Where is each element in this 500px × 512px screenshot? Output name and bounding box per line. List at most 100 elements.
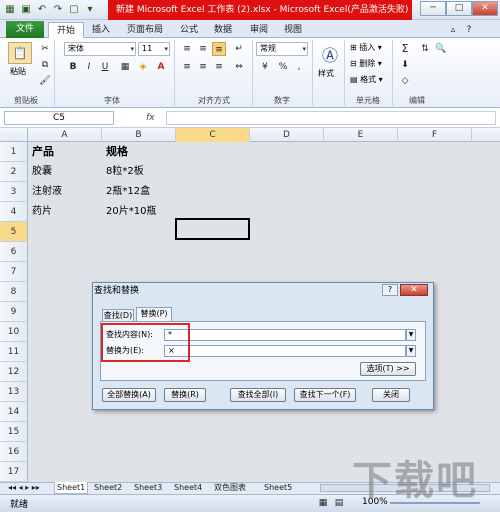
row-header-6[interactable]: 6	[0, 242, 28, 262]
sheet-tab-3[interactable]: Sheet3	[132, 482, 164, 494]
dialog-close-button[interactable]: ✕	[400, 284, 428, 296]
sheet-tab-6[interactable]: Sheet5	[262, 482, 294, 494]
font-size-select[interactable]: 11 ▾	[138, 42, 170, 56]
replace-all-button[interactable]: 全部替换(A)	[102, 388, 156, 402]
font-name-select[interactable]: 宋体 ▾	[64, 42, 136, 56]
column-header-b[interactable]: B	[102, 128, 176, 142]
replace-button[interactable]: 替换(R)	[164, 388, 206, 402]
align-center-icon[interactable]: ≡	[196, 60, 210, 74]
row-header-13[interactable]: 13	[0, 382, 28, 402]
insert-function-button[interactable]: fx	[146, 111, 162, 125]
cell-b2[interactable]: 8粒*2板	[103, 162, 144, 182]
format-painter-icon[interactable]: 🖌	[38, 74, 52, 88]
maximize-button[interactable]: □	[446, 1, 472, 16]
tab-replace[interactable]: 替换(P)	[136, 307, 172, 322]
row-header-14[interactable]: 14	[0, 402, 28, 422]
border-icon[interactable]: ▦	[118, 60, 132, 74]
cell-a3[interactable]: 注射液	[29, 182, 62, 202]
align-right-icon[interactable]: ≡	[212, 60, 226, 74]
sheet-tab-1[interactable]: Sheet1	[54, 482, 89, 494]
formula-input[interactable]	[166, 111, 496, 125]
tab-file[interactable]: 文件	[6, 21, 44, 38]
dialog-help-button[interactable]: ?	[382, 284, 398, 296]
find-what-input[interactable]: *	[164, 329, 406, 341]
underline-button[interactable]: U	[98, 60, 112, 74]
name-box[interactable]: C5	[4, 111, 114, 125]
cell-b1[interactable]: 规格	[103, 142, 128, 162]
column-header-e[interactable]: E	[324, 128, 398, 142]
sort-filter-icon[interactable]: ⇅	[418, 42, 432, 56]
dialog-close-footer-button[interactable]: 关闭	[372, 388, 410, 402]
cell-b3[interactable]: 2瓶*12盒	[103, 182, 150, 202]
styles-icon[interactable]: Ⓐ	[320, 42, 340, 65]
cell-a2[interactable]: 胶囊	[29, 162, 52, 182]
sheet-tab-2[interactable]: Sheet2	[92, 482, 124, 494]
minimize-button[interactable]: ─	[420, 1, 446, 16]
find-all-button[interactable]: 查找全部(I)	[230, 388, 286, 402]
styles-button[interactable]: 样式	[318, 68, 334, 79]
row-header-2[interactable]: 2	[0, 162, 28, 182]
align-left-icon[interactable]: ≡	[180, 60, 194, 74]
percent-button[interactable]: %	[276, 60, 290, 74]
format-cells-button[interactable]: ▤ 格式 ▾	[350, 74, 383, 85]
row-header-8[interactable]: 8	[0, 282, 28, 302]
font-color-icon[interactable]: A	[154, 60, 168, 74]
cut-icon[interactable]: ✂	[38, 42, 52, 56]
row-header-11[interactable]: 11	[0, 342, 28, 362]
column-header-f[interactable]: F	[398, 128, 472, 142]
tab-view[interactable]: 视图	[280, 22, 306, 38]
qat-dropdown-icon[interactable]: ▾	[84, 4, 96, 16]
replace-with-input[interactable]: ×	[164, 345, 406, 357]
column-header-d[interactable]: D	[250, 128, 324, 142]
row-header-4[interactable]: 4	[0, 202, 28, 222]
column-header-a[interactable]: A	[28, 128, 102, 142]
cell-b4[interactable]: 20片*10瓶	[103, 202, 156, 222]
tab-formulas[interactable]: 公式	[176, 22, 202, 38]
find-history-dropdown[interactable]: ▼	[406, 329, 416, 341]
row-header-12[interactable]: 12	[0, 362, 28, 382]
clipboard-icon[interactable]: 📋	[8, 42, 32, 64]
ribbon-collapse-icon[interactable]: ▵	[446, 23, 460, 37]
find-select-icon[interactable]: 🔍	[434, 42, 448, 56]
row-header-15[interactable]: 15	[0, 422, 28, 442]
row-header-5[interactable]: 5	[0, 222, 28, 242]
insert-cells-button[interactable]: ⊞ 插入 ▾	[350, 42, 382, 53]
row-header-10[interactable]: 10	[0, 322, 28, 342]
row-header-3[interactable]: 3	[0, 182, 28, 202]
active-cell-c5[interactable]	[175, 218, 250, 240]
row-header-9[interactable]: 9	[0, 302, 28, 322]
select-all-corner[interactable]	[0, 128, 28, 142]
replace-history-dropdown[interactable]: ▼	[406, 345, 416, 357]
row-header-17[interactable]: 17	[0, 462, 28, 482]
sheet-tab-4[interactable]: Sheet4	[172, 482, 204, 494]
align-middle-icon[interactable]: ≡	[196, 42, 210, 56]
autosum-button[interactable]: Σ	[398, 42, 412, 56]
sheet-tab-5[interactable]: 双色图表	[212, 482, 248, 494]
row-header-7[interactable]: 7	[0, 262, 28, 282]
options-button[interactable]: 选项(T) >>	[360, 362, 416, 376]
undo-icon[interactable]: ↶	[36, 4, 48, 16]
merge-center-icon[interactable]: ⇔	[232, 60, 246, 74]
cell-a4[interactable]: 药片	[29, 202, 52, 222]
tab-insert[interactable]: 插入	[88, 22, 114, 38]
clear-icon[interactable]: ◇	[398, 74, 412, 88]
tab-review[interactable]: 审阅	[246, 22, 272, 38]
find-next-button[interactable]: 查找下一个(F)	[294, 388, 356, 402]
sheet-nav-icon[interactable]: ◂◂ ◂ ▸ ▸▸	[6, 482, 42, 494]
delete-cells-button[interactable]: ⊟ 删除 ▾	[350, 58, 382, 69]
column-header-c[interactable]: C	[176, 128, 250, 142]
new-file-icon[interactable]: ▢	[68, 4, 80, 16]
save-icon[interactable]: ▣	[20, 4, 32, 16]
align-top-icon[interactable]: ≡	[180, 42, 194, 56]
wrap-text-icon[interactable]: ↵	[232, 42, 246, 56]
close-window-button[interactable]: ✕	[472, 1, 498, 16]
row-header-16[interactable]: 16	[0, 442, 28, 462]
row-header-1[interactable]: 1	[0, 142, 28, 162]
fill-icon[interactable]: ⬇	[398, 58, 412, 72]
redo-icon[interactable]: ↷	[52, 4, 64, 16]
italic-button[interactable]: I	[82, 60, 96, 74]
cell-a1[interactable]: 产品	[29, 142, 54, 162]
page-layout-view-icon[interactable]: ▤	[332, 496, 346, 510]
comma-button[interactable]: ,	[292, 60, 306, 74]
currency-icon[interactable]: ¥	[258, 60, 272, 74]
